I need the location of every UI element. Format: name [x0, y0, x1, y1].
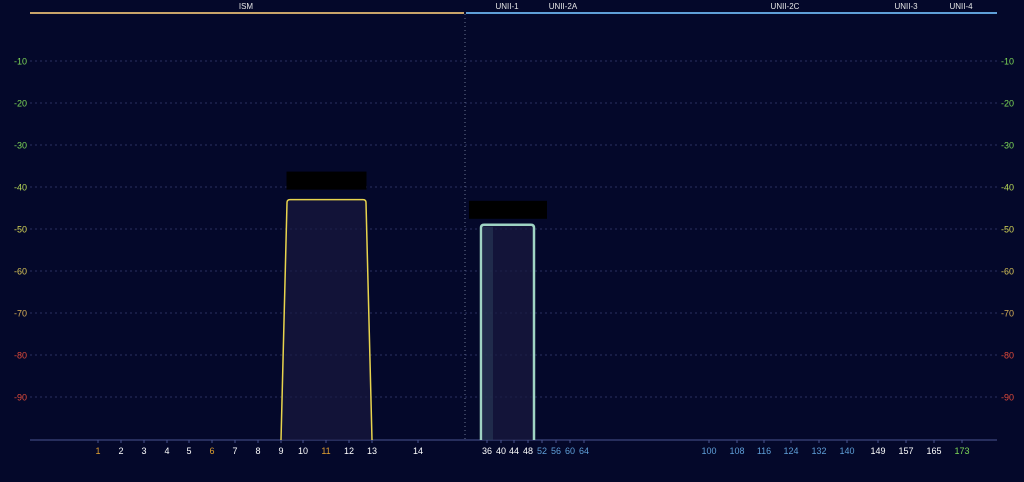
x-tick-label: 116 [757, 446, 771, 456]
x-tick-label: 40 [496, 446, 506, 456]
y-tick-label-right: -50 [1001, 225, 1014, 235]
band-label-unii-2a: UNII-2A [549, 2, 578, 11]
x-tick-label: 44 [509, 446, 519, 456]
y-tick-label-left: -70 [14, 309, 27, 319]
x-tick-label: 11 [321, 446, 330, 456]
x-tick-label: 100 [701, 446, 716, 456]
x-tick-label: 4 [164, 446, 169, 456]
band-label-unii-1: UNII-1 [495, 2, 519, 11]
x-tick-layer: 1 2 3 4 5 6 7 8 9 10 11 12 13 14 36 40 44 48 52 56 60 64 100 10… [95, 440, 970, 456]
x-tick-label: 36 [482, 446, 492, 456]
band-label-ism: ISM [239, 2, 254, 11]
y-tick-label-right: -10 [1001, 57, 1014, 67]
y-tick-label-left: -60 [14, 267, 27, 277]
network-2g-fill [281, 199, 372, 440]
network-5g-label-box [469, 200, 547, 219]
y-tick-label-left: -30 [14, 141, 27, 151]
wifi-spectrum-chart: -10 -10 -20 -20 -30 -30 -40 -40 -50 -50 -60 -60 -70 -… [0, 0, 1024, 477]
x-tick-label: 10 [298, 446, 308, 456]
x-tick-label: 64 [579, 446, 589, 456]
x-tick-label: 173 [954, 446, 969, 456]
x-tick-label: 140 [839, 446, 854, 456]
x-tick-label: 7 [232, 446, 237, 456]
x-tick-label: 48 [523, 446, 533, 456]
x-tick-label: 52 [537, 446, 547, 456]
x-tick-label: 108 [729, 446, 744, 456]
band-header-layer: ISM UNII-1 UNII-2A UNII-2C UNII-3 UNII-4 [30, 2, 997, 14]
x-tick-label: 56 [551, 446, 561, 456]
y-tick-label-right: -70 [1001, 309, 1014, 319]
x-tick-label: 5 [186, 446, 191, 456]
y-tick-label-right: -80 [1001, 351, 1014, 361]
y-tick-label-left: -10 [14, 57, 27, 67]
y-tick-label-left: -80 [14, 351, 27, 361]
y-tick-label-right: -90 [1001, 393, 1014, 403]
y-tick-label-left: -90 [14, 393, 27, 403]
y-tick-label-right: -30 [1001, 141, 1014, 151]
x-tick-label: 132 [811, 446, 826, 456]
x-tick-label: 124 [783, 446, 798, 456]
x-tick-label: 60 [565, 446, 575, 456]
x-tick-label: 1 [95, 446, 100, 456]
x-tick-label: 14 [413, 446, 423, 456]
y-tick-label-left: -50 [14, 225, 27, 235]
x-tick-label: 9 [278, 446, 283, 456]
x-tick-label: 12 [344, 446, 354, 456]
x-tick-label: 2 [118, 446, 123, 456]
y-tick-label-right: -40 [1001, 183, 1014, 193]
x-tick-label: 157 [898, 446, 913, 456]
band-label-unii-3: UNII-3 [894, 2, 918, 11]
x-tick-label: 8 [255, 446, 260, 456]
band-label-unii-2c: UNII-2C [771, 2, 800, 11]
y-tick-label-left: -40 [14, 183, 27, 193]
x-tick-label: 149 [870, 446, 885, 456]
network-5g-inner-shade [483, 226, 493, 440]
y-tick-label-right: -20 [1001, 99, 1014, 109]
y-tick-label-left: -20 [14, 99, 27, 109]
x-tick-label: 3 [141, 446, 146, 456]
x-tick-label: 165 [926, 446, 941, 456]
series-layer [280, 171, 547, 441]
x-tick-label: 13 [367, 446, 377, 456]
x-tick-label: 6 [209, 446, 214, 456]
network-2g-label-box [286, 171, 367, 190]
y-tick-label-right: -60 [1001, 267, 1014, 277]
chart-svg: -10 -10 -20 -20 -30 -30 -40 -40 -50 -50 -60 -60 -70 -… [14, 2, 1014, 456]
band-label-unii-4: UNII-4 [949, 2, 973, 11]
